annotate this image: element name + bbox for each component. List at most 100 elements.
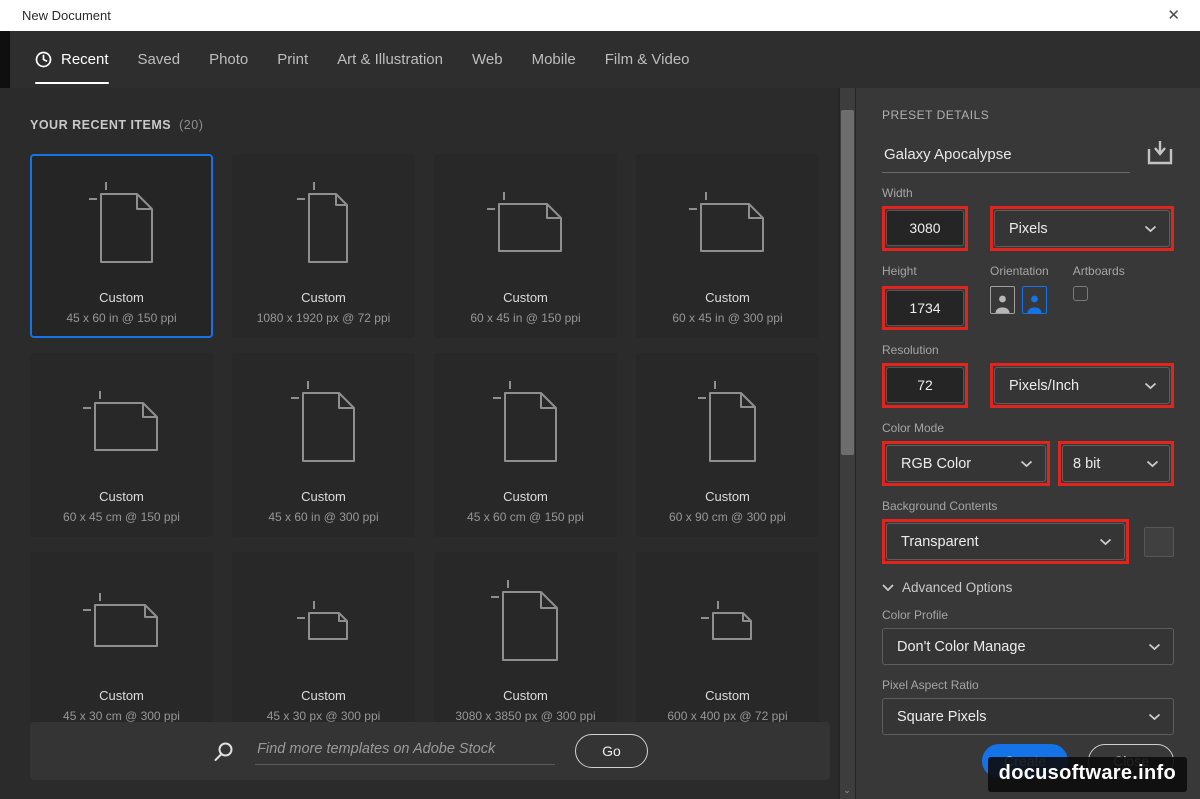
resolution-unit-dropdown[interactable]: Pixels/Inch — [994, 367, 1170, 404]
save-preset-icon[interactable] — [1146, 139, 1174, 173]
document-preset-icon — [491, 580, 560, 663]
template-card[interactable]: Custom60 x 45 in @ 300 ppi — [636, 154, 819, 338]
template-icon-wrap — [297, 554, 350, 688]
template-icon-wrap — [487, 156, 564, 290]
resolution-highlight-box — [882, 363, 968, 408]
adobe-stock-search-bar: Go — [30, 722, 830, 780]
artboards-checkbox[interactable] — [1073, 286, 1088, 301]
chevron-down-icon — [1146, 460, 1159, 468]
orientation-label: Orientation — [990, 264, 1049, 278]
orientation-portrait-button[interactable] — [990, 286, 1015, 314]
tab-label: Film & Video — [605, 51, 690, 68]
width-input[interactable] — [886, 210, 964, 246]
width-highlight-box — [882, 206, 968, 251]
tab-web[interactable]: Web — [472, 31, 503, 88]
color-profile-value: Don't Color Manage — [897, 639, 1026, 655]
template-dimensions: 45 x 60 in @ 300 ppi — [268, 510, 378, 524]
template-icon-wrap — [83, 355, 160, 489]
width-unit-dropdown[interactable]: Pixels — [994, 210, 1170, 247]
template-card[interactable]: Custom 600 x 400 px @ 72 ppi — [636, 552, 819, 736]
tab-recent[interactable]: Recent — [35, 31, 109, 88]
template-dimensions: 600 x 400 px @ 72 ppi — [667, 709, 787, 723]
template-title: Custom — [301, 688, 346, 703]
template-card[interactable]: Custom3080 x 3850 px @ 300 ppi — [434, 552, 617, 736]
document-preset-icon — [493, 381, 559, 464]
template-card[interactable]: Custom1080 x 1920 px @ 72 ppi — [232, 154, 415, 338]
background-highlight-box: Transparent — [882, 519, 1129, 564]
document-preset-icon — [698, 381, 758, 464]
close-icon[interactable]: ✕ — [1167, 8, 1180, 23]
template-icon-wrap — [297, 156, 350, 290]
template-card[interactable]: Custom60 x 45 in @ 150 ppi — [434, 154, 617, 338]
template-card[interactable]: Custom45 x 30 px @ 300 ppi — [232, 552, 415, 736]
template-card[interactable]: Custom60 x 90 cm @ 300 ppi — [636, 353, 819, 537]
color-mode-label: Color Mode — [882, 421, 1174, 435]
document-preset-icon — [297, 182, 350, 265]
template-card[interactable]: Custom45 x 60 cm @ 150 ppi — [434, 353, 617, 537]
watermark: docusoftware.info — [988, 757, 1187, 792]
tab-mobile[interactable]: Mobile — [532, 31, 576, 88]
color-profile-label: Color Profile — [882, 608, 1174, 622]
resolution-unit-value: Pixels/Inch — [1009, 378, 1079, 394]
tab-label: Recent — [61, 51, 109, 68]
pixel-aspect-ratio-dropdown[interactable]: Square Pixels — [882, 698, 1174, 735]
tab-art-illustration[interactable]: Art & Illustration — [337, 31, 443, 88]
template-card[interactable]: Custom 45 x 60 in @ 300 ppi — [232, 353, 415, 537]
document-preset-icon — [689, 192, 766, 254]
document-preset-icon — [291, 381, 357, 464]
tab-print[interactable]: Print — [277, 31, 308, 88]
template-title: Custom — [99, 290, 144, 305]
background-contents-dropdown[interactable]: Transparent — [886, 523, 1125, 560]
chevron-down-icon — [1148, 713, 1161, 721]
stock-search-input[interactable] — [255, 737, 555, 765]
document-name-field[interactable] — [882, 146, 1130, 173]
resolution-input[interactable] — [886, 367, 964, 403]
tab-film-video[interactable]: Film & Video — [605, 31, 690, 88]
section-title: YOUR RECENT ITEMS (20) — [30, 118, 838, 132]
document-preset-icon — [701, 601, 754, 642]
template-card-selected[interactable]: Custom45 x 60 in @ 150 ppi — [30, 154, 213, 338]
template-title: Custom — [99, 489, 144, 504]
template-card[interactable]: Custom45 x 30 cm @ 300 ppi — [30, 552, 213, 736]
tab-label: Web — [472, 51, 503, 68]
width-unit-value: Pixels — [1009, 221, 1048, 237]
template-dimensions: 45 x 60 cm @ 150 ppi — [467, 510, 584, 524]
tab-photo[interactable]: Photo — [209, 31, 248, 88]
chevron-down-icon — [1144, 382, 1157, 390]
pixel-aspect-ratio-label: Pixel Aspect Ratio — [882, 678, 1174, 692]
go-button[interactable]: Go — [575, 734, 648, 768]
chevron-down-icon — [1020, 460, 1033, 468]
document-preset-icon — [297, 601, 350, 642]
advanced-options-toggle[interactable]: Advanced Options — [882, 580, 1174, 595]
tab-saved[interactable]: Saved — [138, 31, 181, 88]
preset-details-header: PRESET DETAILS — [882, 108, 1174, 122]
orientation-landscape-button[interactable] — [1022, 286, 1047, 314]
background-contents-label: Background Contents — [882, 499, 1174, 513]
preset-details-panel: PRESET DETAILS Width Pixels — [856, 88, 1200, 799]
background-value: Transparent — [901, 534, 979, 550]
bit-depth-dropdown[interactable]: 8 bit — [1062, 445, 1170, 482]
tab-bar: Recent Saved Photo Print Art & Illustration W… — [0, 31, 1200, 88]
document-preset-icon — [83, 391, 160, 453]
template-icon-wrap — [689, 156, 766, 290]
template-card[interactable]: Custom60 x 45 cm @ 150 ppi — [30, 353, 213, 537]
template-title: Custom — [301, 489, 346, 504]
color-mode-dropdown[interactable]: RGB Color — [886, 445, 1046, 482]
section-item-count: (20) — [179, 118, 203, 132]
width-unit-highlight-box: Pixels — [990, 206, 1174, 251]
chevron-down-icon — [1144, 225, 1157, 233]
document-preset-icon — [89, 182, 155, 265]
height-input[interactable] — [886, 290, 964, 326]
template-dimensions: 60 x 45 in @ 300 ppi — [672, 311, 782, 325]
scroll-down-icon[interactable]: ⌄ — [838, 783, 856, 797]
template-title: Custom — [705, 489, 750, 504]
tab-label: Print — [277, 51, 308, 68]
template-title: Custom — [705, 688, 750, 703]
color-profile-dropdown[interactable]: Don't Color Manage — [882, 628, 1174, 665]
background-color-swatch[interactable] — [1144, 527, 1174, 557]
scrollbar-track[interactable] — [840, 88, 855, 799]
tab-label: Saved — [138, 51, 181, 68]
tab-label: Mobile — [532, 51, 576, 68]
main-scrollbar[interactable]: ⌃ ⌄ — [838, 88, 856, 799]
scrollbar-thumb[interactable] — [841, 110, 854, 455]
